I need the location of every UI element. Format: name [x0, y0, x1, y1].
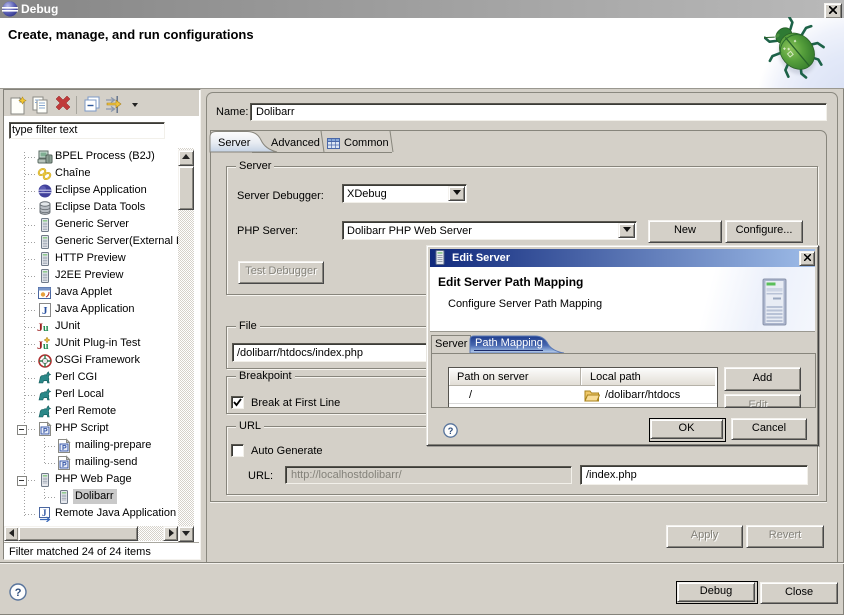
svg-text:?: ?	[448, 426, 454, 436]
svg-text:?: ?	[15, 587, 22, 599]
